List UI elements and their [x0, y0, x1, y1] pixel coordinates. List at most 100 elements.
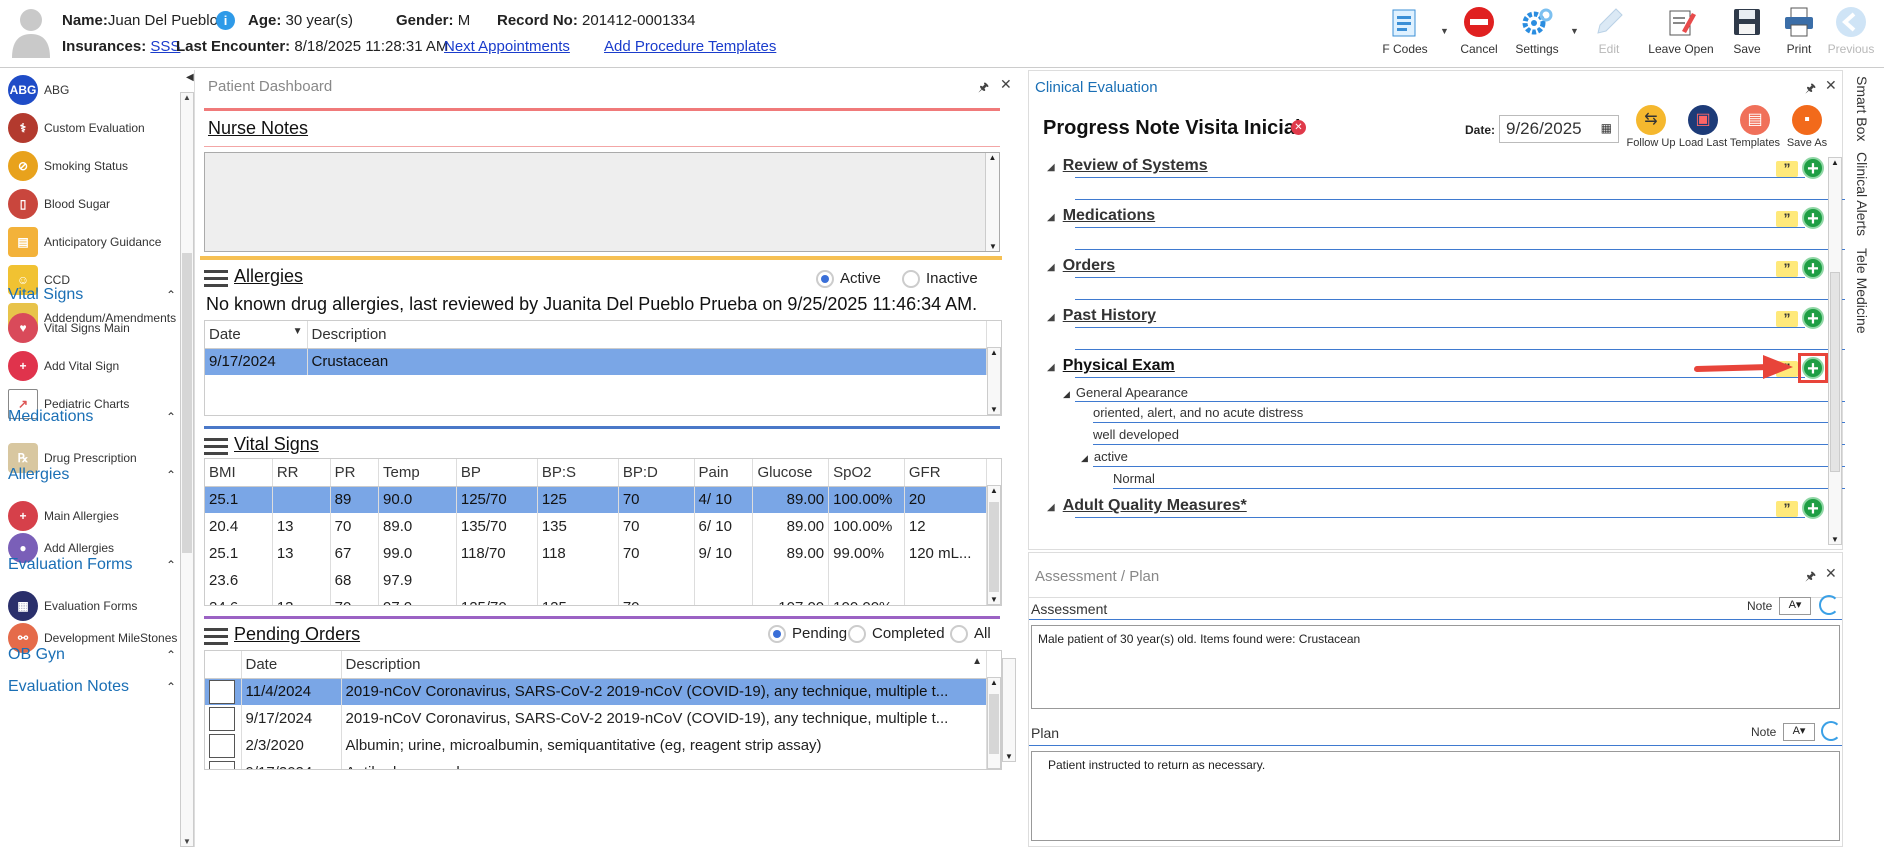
- settings-button[interactable]: Settings: [1506, 4, 1568, 56]
- quote-icon[interactable]: ”: [1776, 161, 1798, 177]
- sidebar-item-blood-sugar[interactable]: ▯ Blood Sugar: [8, 186, 110, 222]
- section-vital-signs[interactable]: Vital Signs ⌃: [8, 286, 176, 304]
- pe-normal[interactable]: Normal: [1113, 471, 1155, 486]
- col-date[interactable]: Date ▼: [205, 321, 308, 349]
- section-medications[interactable]: ◢ Medications: [1047, 207, 1817, 225]
- quote-icon[interactable]: ”: [1776, 261, 1798, 277]
- sidebar-item-main-allergies[interactable]: + Main Allergies: [8, 498, 119, 534]
- col-bmi[interactable]: BMI: [205, 459, 273, 487]
- add-medications-button[interactable]: +: [1802, 207, 1824, 230]
- cancel-button[interactable]: Cancel: [1448, 4, 1510, 56]
- templates-button[interactable]: ▤ Templates: [1727, 105, 1783, 149]
- nurse-notes-textarea[interactable]: ▲ ▼: [204, 152, 1000, 252]
- table-row[interactable]: 25.1 89 90.0 125/70 125 70 4/ 10 89.00 100.00% 20: [205, 486, 988, 513]
- collapse-sidebar-icon[interactable]: ◀: [186, 72, 194, 83]
- table-row[interactable]: 23.6 68 97.9: [205, 567, 988, 594]
- sidebar-item-abg[interactable]: ABG ABG: [8, 72, 69, 108]
- add-physical-exam-button[interactable]: +: [1802, 357, 1824, 380]
- assessment-textarea[interactable]: Male patient of 30 year(s) old. Items fo…: [1031, 625, 1840, 709]
- sidebar-item-evaluation-forms[interactable]: ▦ Evaluation Forms: [8, 588, 137, 624]
- edit-button[interactable]: Edit: [1578, 4, 1640, 56]
- section-ob-gyn[interactable]: OB Gyn ⌃: [8, 646, 176, 664]
- quote-icon[interactable]: ”: [1776, 501, 1798, 517]
- tab-smart-box[interactable]: Smart Box: [1854, 76, 1870, 141]
- allergies-active-radio[interactable]: Active: [816, 270, 881, 289]
- refresh-icon[interactable]: [1819, 595, 1839, 615]
- quote-icon[interactable]: ”: [1776, 311, 1798, 327]
- menu-icon[interactable]: [204, 269, 228, 288]
- orders-completed-radio[interactable]: Completed: [848, 625, 945, 644]
- col-date[interactable]: Date: [241, 651, 342, 679]
- date-picker[interactable]: 9/26/2025 ▦: [1499, 115, 1619, 143]
- table-row[interactable]: 24.6137097.9125/7012570107.00100.00%: [205, 594, 988, 605]
- menu-icon[interactable]: [204, 437, 228, 456]
- pin-icon[interactable]: 🖈: [978, 78, 989, 99]
- add-past-history-button[interactable]: +: [1802, 307, 1824, 330]
- table-row[interactable]: 9/17/2024 Crustacean: [205, 348, 987, 375]
- pe-well-developed[interactable]: well developed: [1093, 427, 1179, 442]
- add-aqm-button[interactable]: +: [1802, 497, 1824, 520]
- col-rr[interactable]: RR: [272, 459, 331, 487]
- section-review-of-systems[interactable]: ◢ Review of Systems: [1047, 157, 1817, 175]
- next-appointments-link[interactable]: Next Appointments: [444, 38, 570, 55]
- dashboard-scrollbar[interactable]: ▼: [1002, 658, 1016, 762]
- col-bpd[interactable]: BP:D: [618, 459, 695, 487]
- sidebar-item-add-vital-sign[interactable]: + Add Vital Sign: [8, 348, 119, 384]
- load-last-button[interactable]: ▣ Load Last: [1677, 105, 1729, 149]
- clinical-scrollbar[interactable]: ▲ ▼: [1828, 157, 1842, 545]
- col-bp[interactable]: BP: [456, 459, 538, 487]
- refresh-icon[interactable]: [1821, 721, 1841, 741]
- section-medications[interactable]: Medications ⌃: [8, 408, 176, 426]
- sidebar-item-custom-evaluation[interactable]: ⚕ Custom Evaluation: [8, 110, 145, 146]
- quote-icon[interactable]: ”: [1776, 211, 1798, 227]
- orders-all-radio[interactable]: All: [950, 625, 991, 644]
- section-evaluation-forms[interactable]: Evaluation Forms ⌃: [8, 556, 176, 574]
- pin-icon[interactable]: 🖈: [1805, 79, 1816, 100]
- row-checkbox[interactable]: [205, 759, 242, 769]
- section-adult-quality-measures[interactable]: ◢ Adult Quality Measures*: [1047, 497, 1817, 515]
- info-icon[interactable]: i: [216, 11, 235, 30]
- table-row[interactable]: 9/17/2024 2019-nCoV Coronavirus, SARS-CoV…: [205, 705, 987, 732]
- assessment-note-dropdown[interactable]: A▾: [1779, 597, 1811, 615]
- previous-button[interactable]: Previous: [1820, 4, 1882, 56]
- table-row[interactable]: 11/4/2024 2019-nCoV Coronavirus, SARS-CoV…: [205, 678, 987, 705]
- section-past-history[interactable]: ◢ Past History: [1047, 307, 1817, 325]
- plan-textarea[interactable]: Patient instructed to return as necessar…: [1031, 751, 1840, 841]
- table-row[interactable]: 20.4 13 70 89.0 135/70 135 70 6/ 10 89.00 100.00%…: [205, 513, 988, 540]
- section-evaluation-notes[interactable]: Evaluation Notes ⌃: [8, 678, 176, 696]
- section-allergies[interactable]: Allergies ⌃: [8, 466, 176, 484]
- table-row[interactable]: 2/3/2020 Albumin; urine, microalbumin, se…: [205, 732, 987, 759]
- col-description[interactable]: Description ▲: [341, 651, 987, 679]
- close-icon[interactable]: ✕: [1825, 77, 1837, 94]
- sidebar-item-smoking-status[interactable]: ⊘ Smoking Status: [8, 148, 128, 184]
- add-ros-button[interactable]: +: [1802, 157, 1824, 180]
- close-icon[interactable]: ✕: [1000, 76, 1012, 93]
- col-temp[interactable]: Temp: [378, 459, 457, 487]
- row-checkbox[interactable]: [205, 705, 242, 732]
- section-orders[interactable]: ◢ Orders: [1047, 257, 1817, 275]
- row-checkbox[interactable]: [205, 678, 242, 705]
- fcodes-button[interactable]: F Codes: [1374, 4, 1436, 56]
- orders-scrollbar[interactable]: ▲: [987, 677, 1001, 769]
- sidebar-item-anticipatory-guidance[interactable]: ▤ Anticipatory Guidance: [8, 224, 161, 260]
- remove-note-icon[interactable]: ✕: [1291, 120, 1306, 135]
- table-row[interactable]: 9/17/2024Antibody; mycoplasma: [205, 759, 987, 769]
- pe-active[interactable]: ◢ active: [1081, 449, 1128, 464]
- tab-tele-medicine[interactable]: Tele Medicine: [1854, 248, 1870, 334]
- vitals-scrollbar[interactable]: ▲ ▼: [987, 485, 1001, 605]
- col-bps[interactable]: BP:S: [537, 459, 619, 487]
- tab-clinical-alerts[interactable]: Clinical Alerts: [1854, 152, 1870, 236]
- col-pain[interactable]: Pain: [694, 459, 754, 487]
- follow-up-button[interactable]: ⇆ Follow Up: [1625, 105, 1677, 149]
- pe-oriented[interactable]: oriented, alert, and no acute distress: [1093, 405, 1303, 420]
- sidebar-scrollbar[interactable]: ▲ ▼: [180, 92, 194, 847]
- col-glucose[interactable]: Glucose: [752, 459, 830, 487]
- add-procedure-templates-link[interactable]: Add Procedure Templates: [604, 38, 776, 55]
- leave-open-button[interactable]: Leave Open: [1646, 4, 1716, 56]
- plan-note-dropdown[interactable]: A▾: [1783, 723, 1815, 741]
- col-gfr[interactable]: GFR: [904, 459, 988, 487]
- pin-icon[interactable]: 🖈: [1805, 567, 1816, 588]
- table-row[interactable]: 25.1 13 67 99.0 118/70 118 70 9/ 10 89.00 99.00% 1…: [205, 540, 988, 567]
- allergies-scrollbar[interactable]: ▲ ▼: [987, 347, 1001, 415]
- allergies-inactive-radio[interactable]: Inactive: [902, 270, 978, 289]
